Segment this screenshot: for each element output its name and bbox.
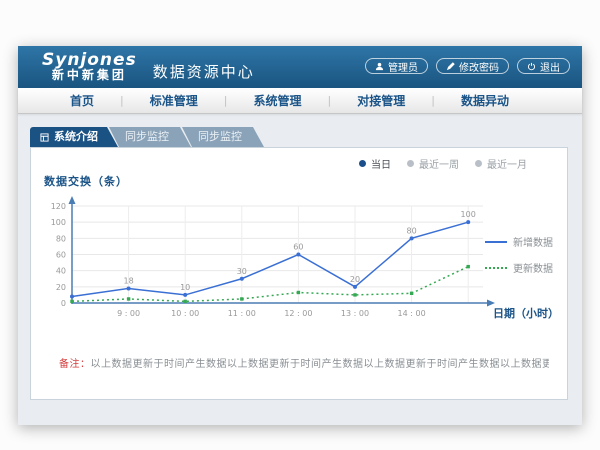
app-header: Synjones 新中新集团 数据资源中心 管理员 修改密码 退出 <box>18 46 582 88</box>
radio-label: 最近一月 <box>487 156 527 171</box>
tab-bar: 系统介绍 同步监控 同步监控 <box>30 127 264 147</box>
change-password-button[interactable]: 修改密码 <box>436 58 509 74</box>
footer-note: 备注：以上数据更新于时间产生数据以上数据更新于时间产生数据以上数据更新于时间产生… <box>59 355 549 370</box>
content-area: 系统介绍 同步监控 同步监控 当日 最近一周 <box>18 114 582 425</box>
edit-icon <box>446 62 455 71</box>
logout-label: 退出 <box>540 59 560 74</box>
svg-text:14 : 00: 14 : 00 <box>398 309 426 318</box>
page-title: 数据资源中心 <box>153 53 255 82</box>
logo-company-text: 新中新集团 <box>42 68 137 82</box>
radio-last-month[interactable]: 最近一月 <box>475 156 527 171</box>
svg-text:20: 20 <box>56 283 66 292</box>
nav-item-standards[interactable]: 标准管理 <box>124 92 224 109</box>
user-actions: 管理员 修改密码 退出 <box>365 58 570 74</box>
svg-text:100: 100 <box>51 218 66 227</box>
note-text: 以上数据更新于时间产生数据以上数据更新于时间产生数据以上数据更新于时间产生数据以… <box>91 359 550 370</box>
nav-item-home[interactable]: 首页 <box>44 92 120 109</box>
svg-text:11 : 00: 11 : 00 <box>228 309 256 318</box>
nav-item-system[interactable]: 系统管理 <box>227 92 327 109</box>
radio-last-week[interactable]: 最近一周 <box>407 156 459 171</box>
note-prefix: 备注： <box>59 359 91 370</box>
radio-dot-icon <box>407 160 414 167</box>
user-icon <box>375 62 384 71</box>
tab-system-intro[interactable]: 系统介绍 <box>30 127 118 147</box>
svg-text:30: 30 <box>237 267 247 276</box>
svg-text:9 : 00: 9 : 00 <box>117 309 140 318</box>
change-password-label: 修改密码 <box>459 59 499 74</box>
time-range-filter: 当日 最近一周 最近一月 <box>359 156 527 171</box>
radio-dot-icon <box>359 160 366 167</box>
legend-update-data: 更新数据 <box>485 260 553 275</box>
svg-text:40: 40 <box>56 267 66 276</box>
main-nav: 首页 | 标准管理 | 系统管理 | 对接管理 | 数据异动 <box>18 88 582 114</box>
svg-text:80: 80 <box>407 226 417 235</box>
svg-text:0: 0 <box>61 299 66 308</box>
green-dotted-line-icon <box>485 267 507 269</box>
svg-text:12 : 00: 12 : 00 <box>284 309 312 318</box>
blue-line-icon <box>485 241 507 243</box>
legend-new-data: 新增数据 <box>485 234 553 249</box>
svg-text:20: 20 <box>350 275 360 284</box>
power-icon <box>527 62 536 71</box>
legend-label: 新增数据 <box>513 234 553 249</box>
grid-icon <box>40 133 49 142</box>
svg-text:18: 18 <box>124 276 134 285</box>
y-axis-title: 数据交换（条） <box>44 173 128 189</box>
svg-text:60: 60 <box>293 243 303 252</box>
admin-user-button[interactable]: 管理员 <box>365 58 428 74</box>
radio-label: 最近一周 <box>419 156 459 171</box>
tab-label: 同步监控 <box>125 130 169 143</box>
svg-text:10: 10 <box>180 283 190 292</box>
nav-item-connection[interactable]: 对接管理 <box>331 92 431 109</box>
radio-label: 当日 <box>371 156 391 171</box>
legend-label: 更新数据 <box>513 260 553 275</box>
admin-user-label: 管理员 <box>388 59 418 74</box>
svg-text:100: 100 <box>461 210 476 219</box>
svg-text:日期（小时）: 日期（小时） <box>493 306 559 320</box>
svg-text:10 : 00: 10 : 00 <box>171 309 199 318</box>
tab-label: 系统介绍 <box>54 127 98 147</box>
chart-panel: 当日 最近一周 最近一月 数据交换（条） 0 20 40 60 80 100 120 9 : … <box>30 147 568 400</box>
logout-button[interactable]: 退出 <box>517 58 570 74</box>
logo[interactable]: Synjones 新中新集团 <box>42 52 137 82</box>
svg-text:80: 80 <box>56 234 66 243</box>
tab-sync-monitor-2[interactable]: 同步监控 <box>182 127 264 147</box>
radio-today[interactable]: 当日 <box>359 156 391 171</box>
chart-legend: 新增数据 更新数据 <box>485 234 553 286</box>
svg-text:13 : 00: 13 : 00 <box>341 309 369 318</box>
radio-dot-icon <box>475 160 482 167</box>
tab-sync-monitor-1[interactable]: 同步监控 <box>109 127 191 147</box>
svg-text:60: 60 <box>56 251 66 260</box>
app-window: Synjones 新中新集团 数据资源中心 管理员 修改密码 退出 首页 | 标… <box>18 46 582 425</box>
svg-text:120: 120 <box>51 202 66 211</box>
tab-label: 同步监控 <box>198 130 242 143</box>
logo-brand-text: Synjones <box>42 52 137 68</box>
nav-item-data-change[interactable]: 数据异动 <box>435 92 535 109</box>
